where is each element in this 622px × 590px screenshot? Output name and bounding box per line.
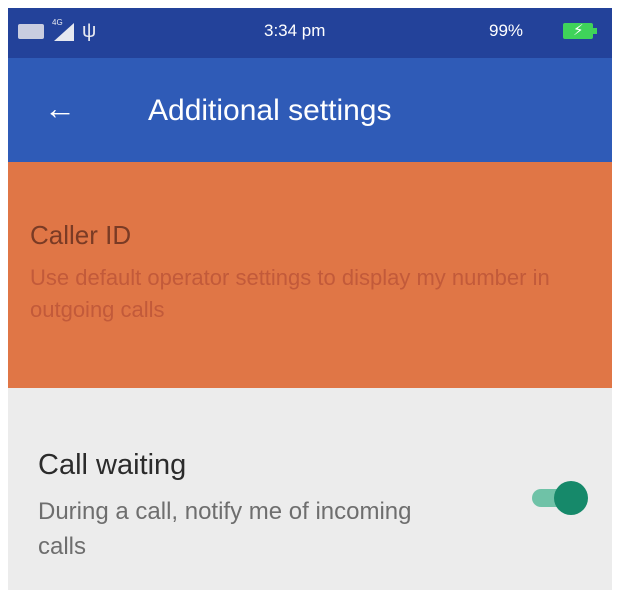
status-bar: 4G ψ 3:34 pm 99% ⚡ (8, 8, 612, 58)
app-bar: ← Additional settings (8, 58, 612, 162)
battery-percentage: 99% (489, 21, 524, 40)
status-time: 3:34 pm (264, 21, 326, 40)
toggle-thumb (554, 481, 588, 515)
battery-charging-icon: ⚡ (563, 22, 597, 39)
setting-summary: During a call, notify me of incoming cal… (38, 498, 412, 560)
setting-item-caller-id[interactable]: Caller ID Use default operator settings … (8, 162, 612, 388)
notification-icon (18, 23, 44, 39)
setting-item-call-waiting[interactable]: Call waiting During a call, notify me of… (8, 388, 612, 590)
setting-summary: Use default operator settings to display… (30, 265, 550, 322)
setting-title: Caller ID (30, 220, 132, 250)
signal-icon: 4G (52, 18, 74, 41)
setting-title: Call waiting (38, 449, 187, 481)
page-title: Additional settings (148, 94, 392, 127)
phone-screen: 4G ψ 3:34 pm 99% ⚡ ← Additional settings… (8, 8, 612, 590)
call-waiting-toggle[interactable] (532, 480, 588, 516)
usb-icon: ψ (82, 20, 97, 42)
status-icons-left: 4G ψ (18, 18, 97, 42)
back-arrow-icon[interactable]: ← (42, 90, 78, 126)
